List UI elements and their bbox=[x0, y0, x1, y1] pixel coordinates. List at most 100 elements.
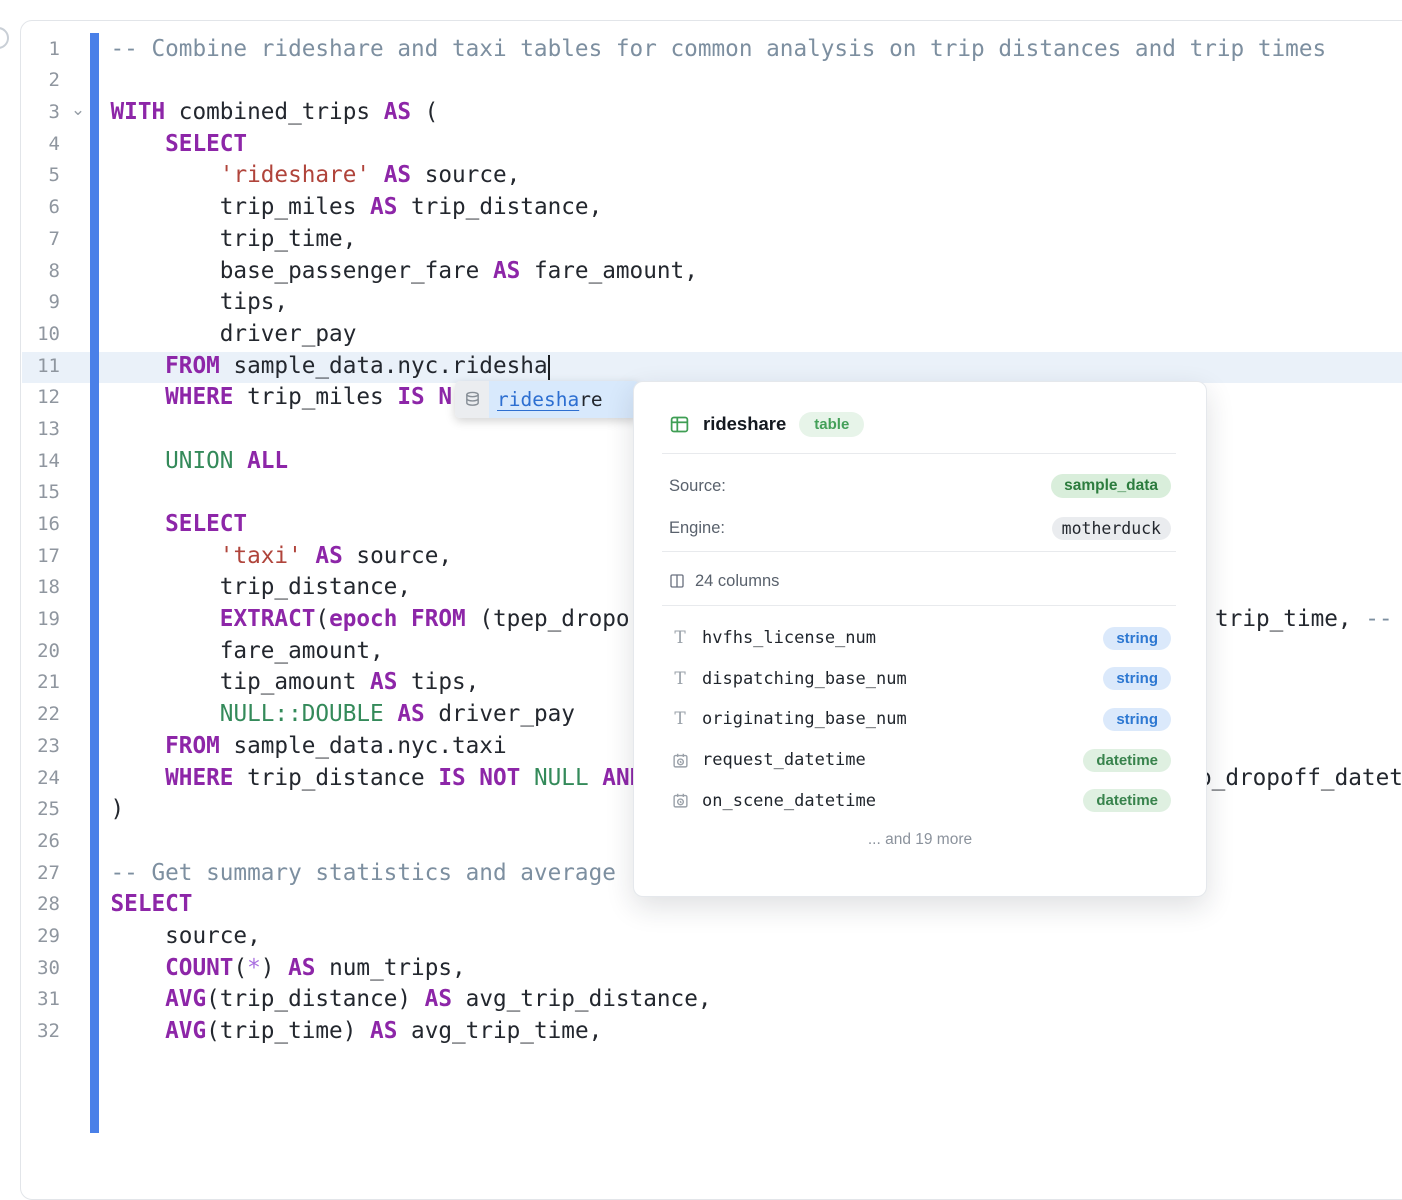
line-number: 25 bbox=[20, 794, 60, 826]
code-line-6[interactable]: 6 trip_miles AS trip_distance, bbox=[20, 192, 1402, 224]
code-token: p_dropoff_datet bbox=[1198, 765, 1402, 791]
code-fragment-line24[interactable]: p_dropoff_datet bbox=[1198, 763, 1402, 795]
code-token: AS bbox=[397, 701, 424, 727]
autocomplete-match-text: ridesha bbox=[497, 388, 579, 411]
code-token: FROM bbox=[165, 353, 220, 379]
code-token bbox=[370, 162, 384, 188]
line-number: 32 bbox=[20, 1016, 60, 1048]
column-name: dispatching_base_num bbox=[702, 669, 1103, 689]
columns-count: 24 columns bbox=[695, 572, 779, 591]
line-number: 28 bbox=[20, 889, 60, 921]
code-line-10[interactable]: 10 driver_pay bbox=[20, 319, 1402, 351]
column-type-badge: string bbox=[1103, 708, 1171, 731]
code-token: driver_pay bbox=[425, 701, 575, 727]
divider bbox=[662, 551, 1176, 552]
line-number: 19 bbox=[20, 604, 60, 636]
table-detail-panel: rideshare table Source: sample_data Engi… bbox=[633, 381, 1207, 897]
code-token: avg_trip_distance, bbox=[452, 986, 712, 1012]
code-token: base_passenger_fare bbox=[111, 258, 493, 284]
code-token: tips, bbox=[397, 669, 479, 695]
column-row[interactable]: Tdispatching_base_numstring bbox=[669, 664, 1171, 694]
autocomplete-item-rideshare[interactable]: rideshare bbox=[489, 381, 639, 418]
table-type-badge: table bbox=[799, 412, 864, 437]
code-token bbox=[111, 384, 166, 410]
code-line-9[interactable]: 9 tips, bbox=[20, 287, 1402, 319]
code-token bbox=[111, 606, 220, 632]
engine-value-badge: motherduck bbox=[1052, 517, 1171, 540]
column-type-badge: string bbox=[1103, 667, 1171, 690]
code-token: ALL bbox=[247, 448, 288, 474]
column-name: request_datetime bbox=[702, 750, 1083, 770]
column-row[interactable]: request_datetimedatetime bbox=[669, 745, 1171, 775]
code-token: source, bbox=[111, 923, 261, 949]
code-token bbox=[425, 384, 439, 410]
fold-chevron-icon[interactable]: ⌄ bbox=[68, 94, 88, 126]
code-fragment-line19[interactable]: trip_time, -- bbox=[1215, 604, 1393, 636]
code-token bbox=[111, 448, 166, 474]
code-token bbox=[111, 1018, 166, 1044]
code-token bbox=[111, 511, 166, 537]
line-number: 21 bbox=[20, 667, 60, 699]
code-line-3[interactable]: 3⌄WITH combined_trips AS ( bbox=[20, 97, 1402, 129]
code-token: SELECT bbox=[165, 131, 247, 157]
type-string-icon: T bbox=[669, 669, 691, 689]
code-line-31[interactable]: 31 AVG(trip_distance) AS avg_trip_distan… bbox=[20, 984, 1402, 1016]
line-number: 20 bbox=[20, 636, 60, 668]
code-line-1[interactable]: 1-- Combine rideshare and taxi tables fo… bbox=[20, 34, 1402, 66]
code-token bbox=[111, 353, 166, 379]
code-token bbox=[233, 448, 247, 474]
code-token bbox=[302, 543, 316, 569]
code-token bbox=[111, 986, 166, 1012]
code-token bbox=[111, 765, 166, 791]
code-line-4[interactable]: 4 SELECT bbox=[20, 129, 1402, 161]
column-name: originating_base_num bbox=[702, 709, 1103, 729]
code-token: AS bbox=[493, 258, 520, 284]
panel-title: rideshare bbox=[703, 413, 786, 435]
line-number: 26 bbox=[20, 826, 60, 858]
code-token: -- Get summary statistics and average bbox=[111, 860, 630, 886]
code-line-8[interactable]: 8 base_passenger_fare AS fare_amount, bbox=[20, 256, 1402, 288]
code-token: num_trips, bbox=[315, 955, 465, 981]
source-value-badge[interactable]: sample_data bbox=[1051, 474, 1171, 498]
code-token: trip_time, bbox=[111, 226, 357, 252]
code-token: NULL bbox=[534, 765, 589, 791]
column-row[interactable]: Toriginating_base_numstring bbox=[669, 704, 1171, 734]
code-token: ( bbox=[315, 606, 329, 632]
line-number: 22 bbox=[20, 699, 60, 731]
partial-edge-button[interactable] bbox=[0, 27, 9, 49]
line-number: 24 bbox=[20, 763, 60, 795]
code-line-30[interactable]: 30 COUNT(*) AS num_trips, bbox=[20, 953, 1402, 985]
code-token: ) bbox=[111, 796, 125, 822]
code-token: avg_trip_time, bbox=[397, 1018, 602, 1044]
line-number: 31 bbox=[20, 984, 60, 1016]
line-number: 8 bbox=[20, 256, 60, 288]
code-token: UNION bbox=[165, 448, 233, 474]
type-string-icon: T bbox=[669, 628, 691, 648]
line-number: 11 bbox=[20, 351, 60, 383]
code-line-11[interactable]: 11 FROM sample_data.nyc.ridesha bbox=[20, 351, 1402, 383]
code-line-32[interactable]: 32 AVG(trip_time) AS avg_trip_time, bbox=[20, 1016, 1402, 1048]
code-token: EXTRACT bbox=[220, 606, 316, 632]
code-token: * bbox=[247, 955, 261, 981]
line-number: 5 bbox=[20, 160, 60, 192]
code-line-29[interactable]: 29 source, bbox=[20, 921, 1402, 953]
code-token: trip_miles bbox=[111, 194, 371, 220]
code-token: epoch bbox=[329, 606, 397, 632]
code-token: fare_amount, bbox=[520, 258, 698, 284]
code-token: FROM bbox=[165, 733, 220, 759]
code-token: -- bbox=[1365, 606, 1392, 632]
line-number: 30 bbox=[20, 953, 60, 985]
code-line-7[interactable]: 7 trip_time, bbox=[20, 224, 1402, 256]
column-row[interactable]: Thvfhs_license_numstring bbox=[669, 623, 1171, 653]
column-type-badge: datetime bbox=[1083, 749, 1171, 772]
code-line-5[interactable]: 5 'rideshare' AS source, bbox=[20, 160, 1402, 192]
code-token bbox=[111, 733, 166, 759]
line-number: 15 bbox=[20, 477, 60, 509]
code-token bbox=[111, 131, 166, 157]
line-number: 16 bbox=[20, 509, 60, 541]
line-number: 12 bbox=[20, 382, 60, 414]
code-token: AS bbox=[370, 1018, 397, 1044]
column-row[interactable]: on_scene_datetimedatetime bbox=[669, 786, 1171, 816]
line-number: 6 bbox=[20, 192, 60, 224]
code-line-2[interactable]: 2 bbox=[20, 65, 1402, 97]
